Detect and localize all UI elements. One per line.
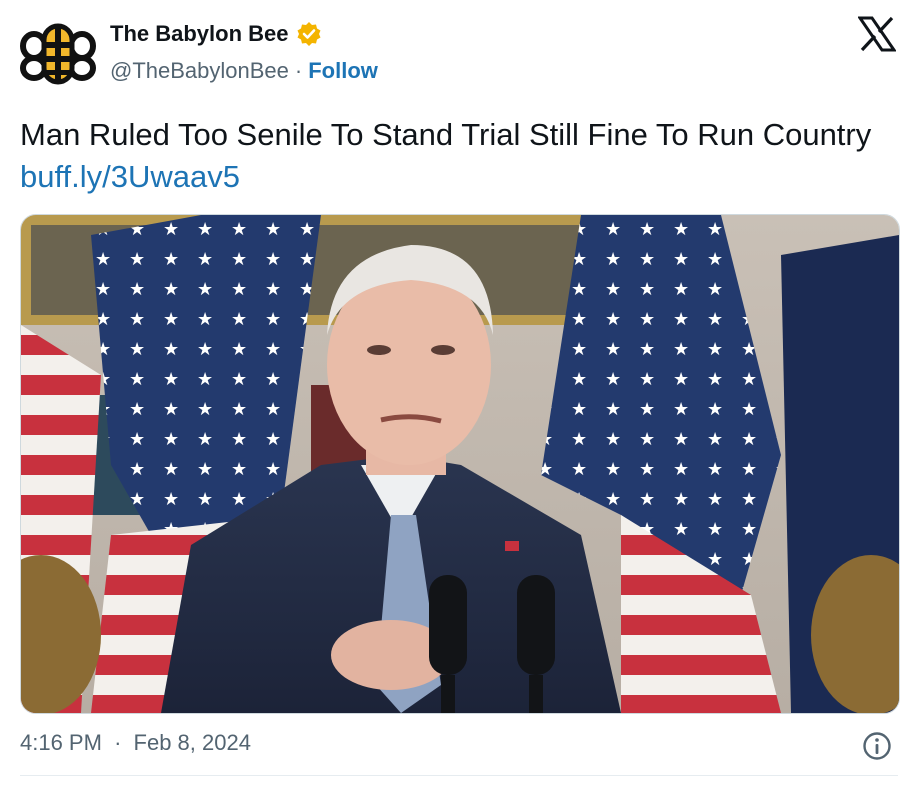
separator-dot: · (294, 58, 303, 83)
tweet-text: Man Ruled Too Senile To Stand Trial Stil… (20, 114, 880, 198)
follow-button[interactable]: Follow (308, 58, 378, 84)
bee-logo-icon[interactable] (20, 12, 96, 88)
tweet-date: Feb 8, 2024 (133, 730, 251, 755)
account-handle-row: @TheBabylonBee · Follow (110, 58, 378, 84)
info-icon[interactable] (862, 731, 892, 761)
tweet-body-text: Man Ruled Too Senile To Stand Trial Stil… (20, 117, 872, 152)
footer-divider (20, 775, 898, 776)
account-name-row: The Babylon Bee (110, 20, 322, 48)
display-name[interactable]: The Babylon Bee (110, 21, 288, 47)
tweet-link[interactable]: buff.ly/3Uwaav5 (20, 159, 240, 194)
x-logo-icon[interactable] (857, 16, 897, 52)
tweet-photo[interactable]: ★ (20, 214, 900, 714)
date-separator-dot: · (114, 730, 122, 755)
tweet-embed-card: The Babylon Bee @TheBabylonBee · Follow … (0, 0, 921, 793)
verified-badge-icon (296, 21, 322, 47)
tweet-timestamp[interactable]: 4:16 PM · Feb 8, 2024 (20, 730, 251, 756)
account-handle[interactable]: @TheBabylonBee (110, 58, 289, 84)
tweet-time: 4:16 PM (20, 730, 102, 755)
